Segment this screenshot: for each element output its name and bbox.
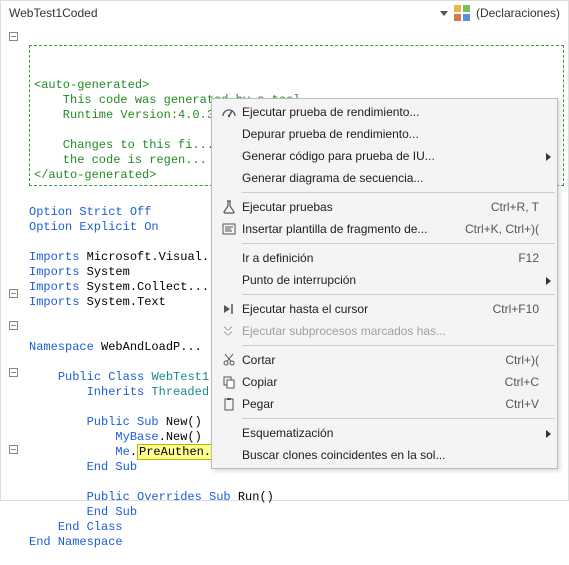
code-identifier: System.Text <box>87 295 166 309</box>
menu-item-label: Cortar <box>242 353 495 367</box>
code-keyword: Inherits <box>87 385 152 399</box>
menu-item-label: Copiar <box>242 375 495 389</box>
menu-item-label: Buscar clones coincidentes en la sol... <box>242 448 539 462</box>
code-identifier: System.Collect... <box>87 280 209 294</box>
menu-item[interactable]: Ejecutar pruebasCtrl+R, T <box>212 196 557 218</box>
code-keyword: Public Overrides Sub <box>87 490 238 504</box>
menu-item-label: Ejecutar prueba de rendimiento... <box>242 105 539 119</box>
menu-item-label: Punto de interrupción <box>242 273 539 287</box>
fold-toggle[interactable] <box>9 289 18 298</box>
flask-icon <box>216 199 242 215</box>
menu-item[interactable]: Generar diagrama de secuencia... <box>212 167 557 189</box>
module-icon <box>454 5 470 21</box>
code-keyword: End Namespace <box>29 535 123 549</box>
chevron-right-icon <box>546 277 551 285</box>
code-keyword: Imports <box>29 265 79 279</box>
copy-icon <box>216 374 242 390</box>
menu-item-shortcut: Ctrl+)( <box>495 353 539 367</box>
menu-item[interactable]: Esquematización <box>212 422 557 444</box>
menu-separator <box>242 192 555 193</box>
code-keyword: Public Class <box>58 370 152 384</box>
menu-item[interactable]: Depurar prueba de rendimiento... <box>212 123 557 145</box>
menu-separator <box>242 418 555 419</box>
menu-item[interactable]: PegarCtrl+V <box>212 393 557 415</box>
code-identifier: . <box>130 445 137 459</box>
menu-item[interactable]: Insertar plantilla de fragmento de...Ctr… <box>212 218 557 240</box>
code-keyword: Imports <box>29 295 79 309</box>
code-keyword: Public Sub <box>87 415 166 429</box>
fold-toggle[interactable] <box>9 321 18 330</box>
code-keyword: End Sub <box>87 460 137 474</box>
menu-separator <box>242 294 555 295</box>
menu-item-shortcut: F12 <box>508 251 539 265</box>
menu-item-shortcut: Ctrl+R, T <box>481 200 539 214</box>
menu-separator <box>242 243 555 244</box>
menu-item[interactable]: Ir a definiciónF12 <box>212 247 557 269</box>
menu-item-label: Pegar <box>242 397 495 411</box>
gauge-icon <box>216 104 242 120</box>
code-identifier: New() <box>166 415 202 429</box>
menu-item[interactable]: Punto de interrupción <box>212 269 557 291</box>
chevron-right-icon <box>546 430 551 438</box>
menu-item[interactable]: Buscar clones coincidentes en la sol... <box>212 444 557 466</box>
menu-item[interactable]: Ejecutar hasta el cursorCtrl+F10 <box>212 298 557 320</box>
code-keyword: Imports <box>29 250 79 264</box>
menu-item-shortcut: Ctrl+K, Ctrl+)( <box>455 222 539 236</box>
code-keyword: MyBase <box>115 430 158 444</box>
menu-item[interactable]: CortarCtrl+)( <box>212 349 557 371</box>
fold-toggle[interactable] <box>9 445 18 454</box>
menu-item-label: Esquematización <box>242 426 539 440</box>
menu-item-label: Generar código para prueba de IU... <box>242 149 539 163</box>
menu-item[interactable]: Ejecutar prueba de rendimiento... <box>212 101 557 123</box>
code-keyword: Namespace <box>29 340 94 354</box>
code-identifier: WebAndLoadP... <box>101 340 202 354</box>
code-fold-gutter <box>1 25 27 500</box>
menu-item-shortcut: Ctrl+C <box>495 375 539 389</box>
code-keyword: Option Explicit On <box>29 220 159 234</box>
code-keyword: End Sub <box>87 505 137 519</box>
menu-item-shortcut: Ctrl+F10 <box>483 302 539 316</box>
code-identifier: Microsoft.Visual... <box>87 250 224 264</box>
menu-item-label: Insertar plantilla de fragmento de... <box>242 222 455 236</box>
code-identifier: Run() <box>238 490 274 504</box>
menu-item[interactable]: CopiarCtrl+C <box>212 371 557 393</box>
code-keyword: Me <box>115 445 129 459</box>
snippet-icon <box>216 221 242 237</box>
fold-toggle[interactable] <box>9 368 18 377</box>
paste-icon <box>216 396 242 412</box>
menu-item[interactable]: Generar código para prueba de IU... <box>212 145 557 167</box>
menu-item-label: Ejecutar hasta el cursor <box>242 302 483 316</box>
menu-item: Ejecutar subprocesos marcados has... <box>212 320 557 342</box>
menu-item-label: Ejecutar subprocesos marcados has... <box>242 324 539 338</box>
menu-item-label: Ejecutar pruebas <box>242 200 481 214</box>
menu-separator <box>242 345 555 346</box>
cut-icon <box>216 352 242 368</box>
threads-icon <box>216 323 242 339</box>
scope-dropdown[interactable]: (Declaraciones) <box>476 6 560 20</box>
context-menu: Ejecutar prueba de rendimiento... Depurar… <box>211 98 558 469</box>
menu-item-label: Depurar prueba de rendimiento... <box>242 127 539 141</box>
page-title[interactable]: WebTest1Coded <box>9 6 98 20</box>
chevron-down-icon[interactable] <box>440 11 448 16</box>
code-keyword: End Class <box>58 520 123 534</box>
code-identifier: .New() <box>159 430 202 444</box>
run-to-icon <box>216 301 242 317</box>
menu-item-shortcut: Ctrl+V <box>495 397 539 411</box>
code-keyword: Option Strict Off <box>29 205 151 219</box>
chevron-right-icon <box>546 153 551 161</box>
menu-item-label: Ir a definición <box>242 251 508 265</box>
code-identifier: System <box>87 265 130 279</box>
code-keyword: Imports <box>29 280 79 294</box>
menu-item-label: Generar diagrama de secuencia... <box>242 171 539 185</box>
breadcrumb-bar: WebTest1Coded (Declaraciones) <box>1 1 568 25</box>
fold-toggle[interactable] <box>9 32 18 41</box>
